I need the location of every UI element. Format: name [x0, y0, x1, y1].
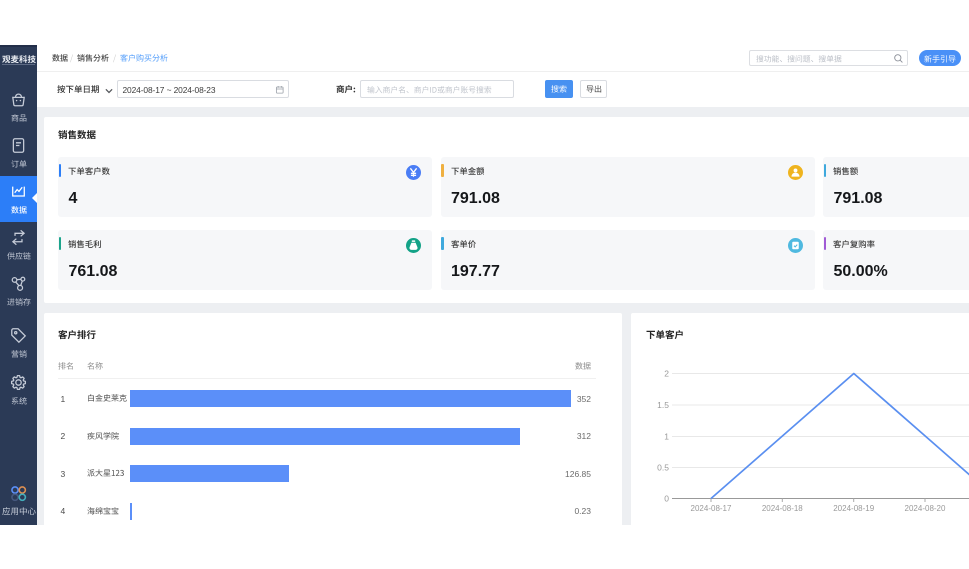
svg-text:1.5: 1.5	[657, 400, 669, 410]
svg-text:2024-08-19: 2024-08-19	[833, 504, 874, 513]
svg-text:2024-08-18: 2024-08-18	[762, 504, 803, 513]
svg-text:2024-08-17: 2024-08-17	[691, 504, 732, 513]
svg-text:0: 0	[664, 494, 669, 504]
svg-text:0.5: 0.5	[657, 463, 669, 473]
svg-text:1: 1	[664, 432, 669, 442]
svg-text:2024-08-20: 2024-08-20	[905, 504, 946, 513]
svg-text:2: 2	[664, 369, 669, 379]
